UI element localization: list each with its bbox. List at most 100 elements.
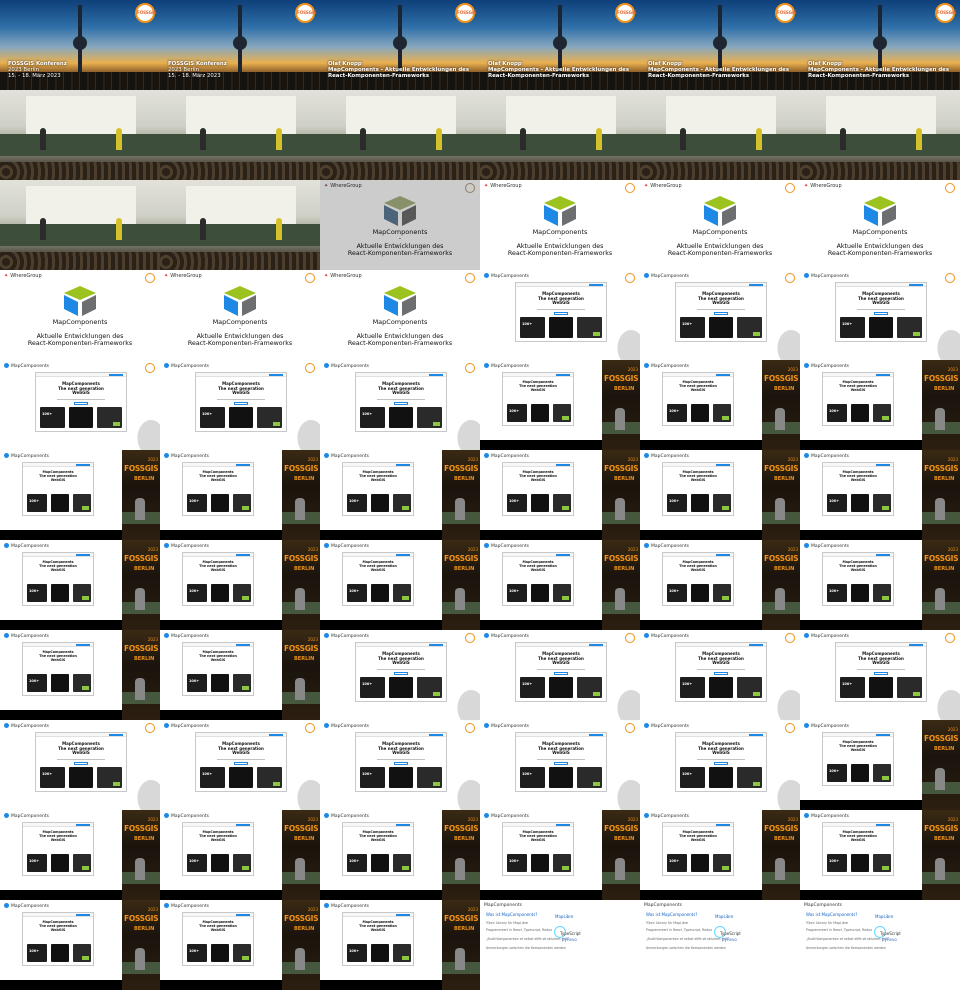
slide-header: MapComponents [484, 633, 529, 639]
fossgis-label: FOSSGIS [604, 824, 639, 833]
website-video-frame[interactable]: MapComponents MapComponents The next gen… [0, 900, 160, 990]
logo-slide-frame[interactable]: ✦ WhereGroup MapComponents - Aktuelle Ent… [480, 180, 640, 270]
lecture-hall-frame[interactable] [160, 180, 320, 270]
website-video-frame[interactable]: MapComponents MapComponents The next gen… [480, 360, 640, 450]
website-video-frame[interactable]: MapComponents MapComponents The next gen… [160, 450, 320, 540]
website-slide-frame[interactable]: MapComponents MapComponents The next gen… [320, 360, 480, 450]
website-video-frame[interactable]: MapComponents MapComponents The next gen… [320, 540, 480, 630]
website-video-frame[interactable]: MapComponents MapComponents The next gen… [480, 450, 640, 540]
website-video-frame[interactable]: MapComponents MapComponents The next gen… [0, 630, 160, 720]
logo-slide-frame[interactable]: ✦ WhereGroup MapComponents - Aktuelle Ent… [800, 180, 960, 270]
logo-slide-frame[interactable]: ✦ WhereGroup MapComponents - Aktuelle Ent… [320, 270, 480, 360]
site-card [233, 494, 251, 512]
site-cards [27, 584, 91, 602]
site-nav-button [876, 373, 890, 376]
website-video-frame[interactable]: MapComponents MapComponents The next gen… [0, 450, 160, 540]
mapcomponents-logo-icon [324, 453, 329, 458]
was-ist-slide-frame[interactable]: MapComponents Was ist MapComponents? Tüt… [480, 900, 640, 990]
site-tagline [857, 308, 905, 311]
website-video-frame[interactable]: MapComponents MapComponents The next gen… [160, 900, 320, 990]
website-video-frame[interactable]: MapComponents MapComponents The next gen… [0, 810, 160, 900]
speaker-figure [200, 128, 206, 150]
website-video-frame[interactable]: MapComponents MapComponents The next gen… [0, 540, 160, 630]
website-slide-frame[interactable]: MapComponents MapComponents The next gen… [320, 630, 480, 720]
logo-slide-frame[interactable]: ✦ WhereGroup MapComponents - Aktuelle Ent… [320, 180, 480, 270]
website-video-frame[interactable]: MapComponents MapComponents The next gen… [800, 360, 960, 450]
title-speaker-frame[interactable]: FOSSGIS Olaf Knopp MapComponents - Aktue… [320, 0, 480, 90]
website-video-frame[interactable]: MapComponents MapComponents The next gen… [160, 540, 320, 630]
website-video-frame[interactable]: MapComponents MapComponents The next gen… [800, 720, 960, 810]
wheregroup-logo: ✦ WhereGroup [804, 183, 842, 189]
website-video-frame[interactable]: MapComponents MapComponents The next gen… [320, 900, 480, 990]
website-video-frame[interactable]: MapComponents MapComponents The next gen… [480, 810, 640, 900]
wheregroup-label: WhereGroup [650, 183, 682, 189]
headline-3: WebGIS [72, 390, 90, 396]
lecture-hall-frame[interactable] [0, 180, 160, 270]
website-slide-frame[interactable]: MapComponents MapComponents The next gen… [480, 270, 640, 360]
site-nav-button [909, 283, 923, 286]
site-nav-button [236, 913, 250, 916]
logo-slide-frame[interactable]: ✦ WhereGroup MapComponents - Aktuelle Ent… [0, 270, 160, 360]
website-slide-frame[interactable]: MapComponents MapComponents The next gen… [160, 720, 320, 810]
site-nav-button [76, 823, 90, 826]
logo-slide-frame[interactable]: ✦ WhereGroup MapComponents - Aktuelle Ent… [160, 270, 320, 360]
speaker-figure [455, 858, 465, 880]
was-ist-slide-frame[interactable]: MapComponents Was ist MapComponents? Tüt… [640, 900, 800, 990]
fossgis-berlin-sidebar: 2023 FOSSGIS BERLIN [122, 540, 160, 630]
site-card [897, 677, 922, 698]
lecture-hall-frame[interactable] [160, 90, 320, 180]
headline-3: WebGIS [72, 750, 90, 756]
wheregroup-logo: ✦ WhereGroup [324, 183, 362, 189]
lecture-hall-frame[interactable] [0, 90, 160, 180]
title-frame[interactable]: FOSSGIS FOSSGIS Konferenz 2023 Berlin 15… [0, 0, 160, 90]
site-headline: MapComponents The next generation WebGIS [676, 291, 766, 306]
brand-label: MapComponents [811, 634, 849, 639]
website-slide-frame[interactable]: MapComponents MapComponents The next gen… [640, 720, 800, 810]
fossgis-badge-icon [625, 273, 635, 283]
title-speaker-frame[interactable]: FOSSGIS Olaf Knopp MapComponents - Aktue… [640, 0, 800, 90]
site-nav-button [76, 553, 90, 556]
mapcomponents-logo-icon [4, 903, 9, 908]
slide-header: MapComponents [4, 813, 49, 819]
website-slide-frame[interactable]: MapComponents MapComponents The next gen… [0, 360, 160, 450]
fossgis-berlin-sidebar: 2023 FOSSGIS BERLIN [602, 360, 640, 450]
was-ist-slide-frame[interactable]: MapComponents Was ist MapComponents? Tüt… [800, 900, 960, 990]
website-slide-frame[interactable]: MapComponents MapComponents The next gen… [640, 630, 800, 720]
website-slide-frame[interactable]: MapComponents MapComponents The next gen… [640, 270, 800, 360]
website-video-frame[interactable]: MapComponents MapComponents The next gen… [640, 810, 800, 900]
website-slide-frame[interactable]: MapComponents MapComponents The next gen… [800, 270, 960, 360]
website-video-frame[interactable]: MapComponents MapComponents The next gen… [800, 810, 960, 900]
lecture-hall-frame[interactable] [640, 90, 800, 180]
website-video-frame[interactable]: MapComponents MapComponents The next gen… [160, 810, 320, 900]
berlin-label: BERLIN [134, 476, 155, 482]
website-video-frame[interactable]: MapComponents MapComponents The next gen… [160, 630, 320, 720]
website-video-frame[interactable]: MapComponents MapComponents The next gen… [800, 450, 960, 540]
website-slide-frame[interactable]: MapComponents MapComponents The next gen… [480, 630, 640, 720]
logo-slide-frame[interactable]: ✦ WhereGroup MapComponents - Aktuelle Ent… [640, 180, 800, 270]
site-card [531, 494, 549, 512]
brand-label: MapComponents [804, 903, 842, 908]
site-card [393, 494, 411, 512]
website-video-frame[interactable]: MapComponents MapComponents The next gen… [640, 540, 800, 630]
title-speaker-frame[interactable]: FOSSGIS Olaf Knopp MapComponents - Aktue… [800, 0, 960, 90]
audience [160, 252, 320, 270]
title-speaker-frame[interactable]: FOSSGIS Olaf Knopp MapComponents - Aktue… [480, 0, 640, 90]
website-video-frame[interactable]: MapComponents MapComponents The next gen… [640, 360, 800, 450]
website-video-frame[interactable]: MapComponents MapComponents The next gen… [320, 450, 480, 540]
site-tagline [377, 668, 425, 671]
site-card [520, 677, 545, 698]
website-slide-frame[interactable]: MapComponents MapComponents The next gen… [320, 720, 480, 810]
lecture-hall-frame[interactable] [320, 90, 480, 180]
website-slide-frame[interactable]: MapComponents MapComponents The next gen… [480, 720, 640, 810]
lecture-hall-frame[interactable] [480, 90, 640, 180]
website-slide-frame[interactable]: MapComponents MapComponents The next gen… [160, 360, 320, 450]
site-card [549, 677, 573, 698]
website-video-frame[interactable]: MapComponents MapComponents The next gen… [480, 540, 640, 630]
website-slide-frame[interactable]: MapComponents MapComponents The next gen… [800, 630, 960, 720]
website-slide-frame[interactable]: MapComponents MapComponents The next gen… [0, 720, 160, 810]
website-video-frame[interactable]: MapComponents MapComponents The next gen… [640, 450, 800, 540]
lecture-hall-frame[interactable] [800, 90, 960, 180]
title-frame[interactable]: FOSSGIS FOSSGIS Konferenz 2023 Berlin 15… [160, 0, 320, 90]
website-video-frame[interactable]: MapComponents MapComponents The next gen… [800, 540, 960, 630]
website-video-frame[interactable]: MapComponents MapComponents The next gen… [320, 810, 480, 900]
